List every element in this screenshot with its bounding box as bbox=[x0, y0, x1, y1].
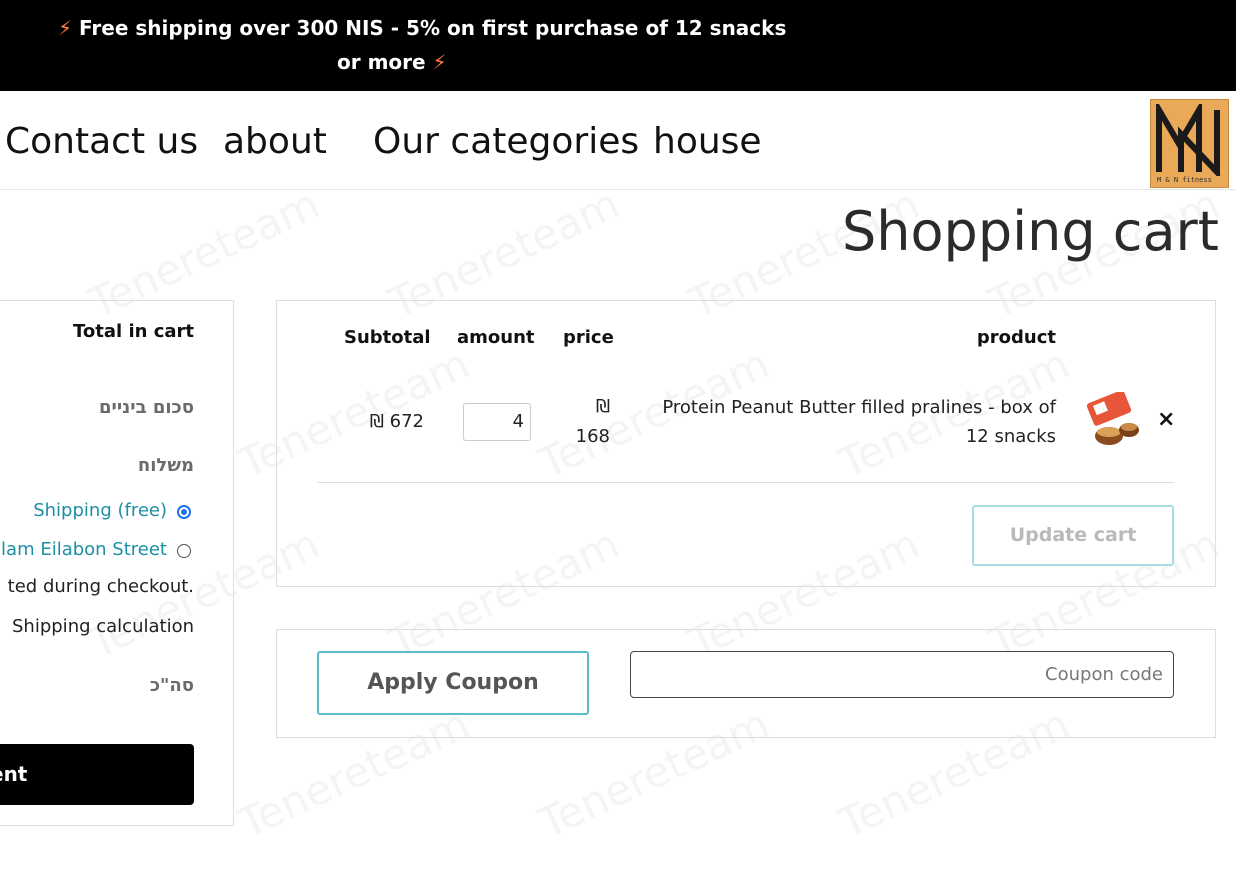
cart-totals-heading: Total in cart bbox=[73, 321, 194, 342]
remove-item-icon[interactable]: × bbox=[1157, 407, 1175, 432]
checkout-button[interactable]: ent bbox=[0, 744, 194, 805]
nav-item-about[interactable]: about bbox=[223, 121, 327, 162]
pickup-radio[interactable] bbox=[177, 544, 191, 558]
coupon-code-input[interactable]: Coupon code bbox=[630, 651, 1174, 698]
shipping-calculation-link[interactable]: Shipping calculation bbox=[12, 616, 194, 637]
product-name-line-1[interactable]: Protein Peanut Butter filled pralines - … bbox=[662, 397, 1056, 418]
shipping-free-option[interactable]: Shipping (free) bbox=[33, 500, 167, 521]
pickup-option[interactable]: lam Eilabon Street bbox=[1, 539, 167, 560]
nav-item-house[interactable]: house bbox=[653, 121, 762, 162]
nav-item-categories[interactable]: Our categories bbox=[373, 121, 639, 162]
checkout-note: ted during checkout. bbox=[7, 576, 194, 597]
subtotal-label: סכום ביניים bbox=[99, 397, 194, 418]
product-name-line-2[interactable]: 12 snacks bbox=[966, 426, 1056, 447]
announcement-line-2: or more ⚡ bbox=[337, 50, 447, 74]
apply-coupon-button[interactable]: Apply Coupon bbox=[317, 651, 589, 715]
total-label: סה"כ bbox=[149, 675, 194, 696]
site-logo[interactable]: M & N fitness bbox=[1150, 99, 1229, 188]
header-subtotal: Subtotal bbox=[344, 327, 431, 348]
shipping-label: משלוח bbox=[137, 455, 194, 476]
logo-tagline: M & N fitness bbox=[1157, 176, 1212, 184]
shipping-free-radio[interactable] bbox=[177, 505, 191, 519]
product-thumbnail[interactable] bbox=[1083, 392, 1147, 452]
header-product: product bbox=[976, 327, 1056, 348]
item-price-currency: ₪ bbox=[595, 396, 610, 417]
lightning-icon: ⚡ bbox=[58, 16, 73, 40]
lightning-icon: ⚡ bbox=[432, 50, 447, 74]
announcement-text-cont: or more bbox=[337, 50, 426, 74]
quantity-input[interactable]: 4 bbox=[463, 403, 531, 441]
announcement-line-1: ⚡ Free shipping over 300 NIS - 5% on fir… bbox=[58, 16, 786, 40]
update-cart-button[interactable]: Update cart bbox=[972, 505, 1174, 566]
header-price: price bbox=[563, 327, 614, 348]
header-amount: amount bbox=[457, 327, 535, 348]
page-title: Shopping cart bbox=[842, 200, 1219, 263]
item-subtotal: ₪ 672 bbox=[369, 411, 424, 432]
announcement-bar: ⚡ Free shipping over 300 NIS - 5% on fir… bbox=[0, 0, 1236, 91]
row-divider bbox=[317, 482, 1174, 483]
mn-logo-icon bbox=[1156, 104, 1220, 176]
item-price: 168 bbox=[575, 426, 610, 447]
main-nav: Contact us about Our categories house bbox=[0, 91, 1236, 190]
announcement-text: Free shipping over 300 NIS - 5% on first… bbox=[79, 16, 787, 40]
nav-item-contact[interactable]: Contact us bbox=[5, 121, 198, 162]
